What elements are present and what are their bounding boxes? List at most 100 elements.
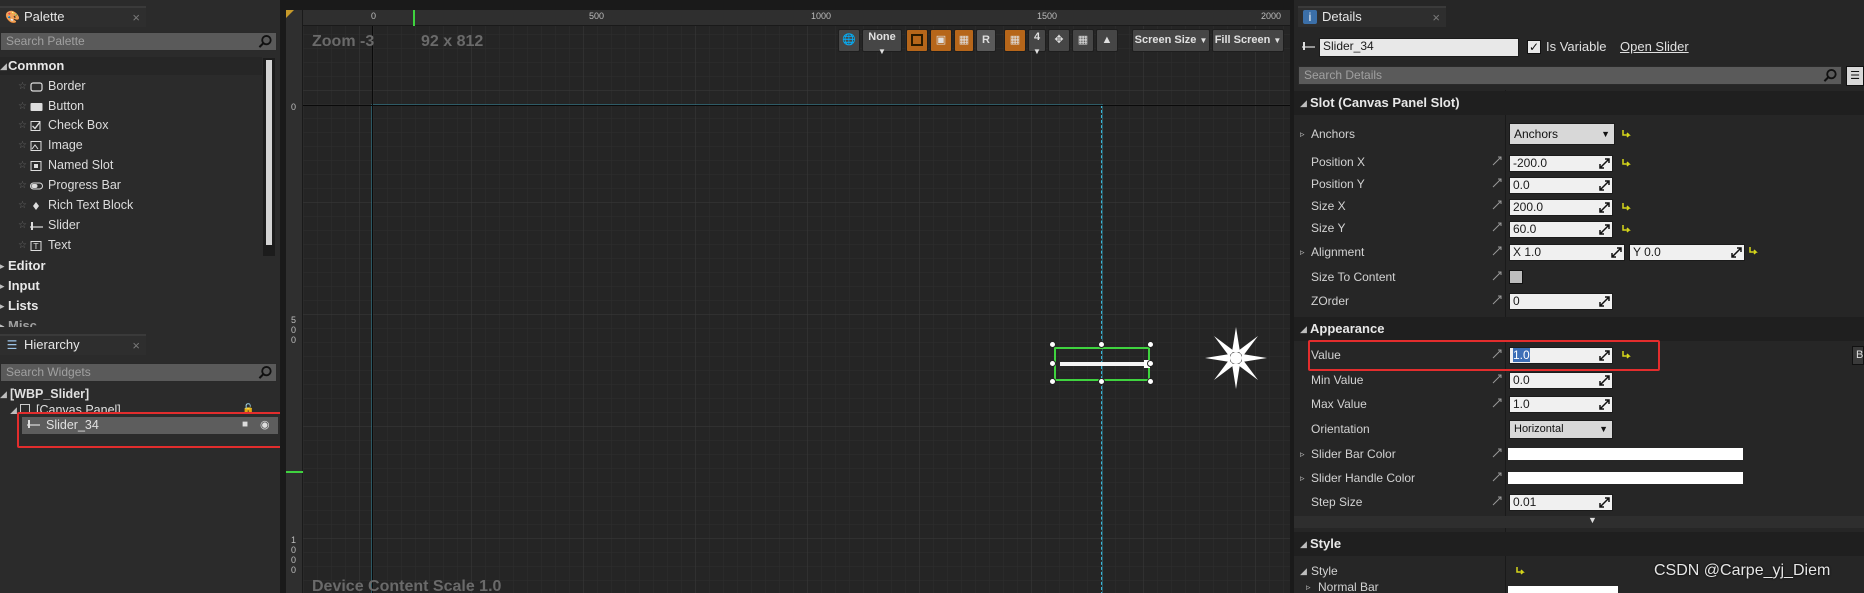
reset-icon[interactable] [1621,158,1631,168]
section-appearance[interactable]: ◢ Appearance [1294,317,1864,341]
binding-icon[interactable] [1492,271,1502,281]
resize-handle[interactable] [1049,378,1056,385]
star-icon[interactable]: ☆ [18,77,27,96]
star-icon[interactable]: ☆ [18,236,27,255]
search-icon[interactable] [1823,68,1838,83]
r-toggle-button[interactable]: R [976,29,996,52]
max-value-field[interactable]: 1.0 [1509,396,1613,413]
zorder-field[interactable]: 0 [1509,293,1613,310]
hierarchy-root[interactable]: ◢ [WBP_Slider] [0,386,278,402]
binding-icon[interactable] [1492,295,1502,305]
resize-handle[interactable] [1147,378,1154,385]
binding-icon[interactable] [1492,222,1502,232]
star-icon[interactable]: ☆ [18,196,27,215]
palette-item-progress-bar[interactable]: ☆ Progress Bar [0,176,262,195]
resize-handle[interactable] [1049,360,1056,367]
section-slot[interactable]: ◢ Slot (Canvas Panel Slot) [1294,91,1864,115]
collapsed-arrow-icon[interactable]: ▹ [1306,581,1311,593]
binding-icon[interactable] [1492,472,1502,482]
palette-item-button[interactable]: ☆ Button [0,97,262,116]
palette-item-named-slot[interactable]: ☆ Named Slot [0,156,262,175]
anchor-icon[interactable] [1204,326,1268,390]
details-search-input[interactable] [1304,68,1819,82]
details-search[interactable] [1298,66,1842,85]
star-icon[interactable]: ☆ [18,216,27,235]
palette-search[interactable] [0,32,277,51]
binding-icon[interactable] [1492,374,1502,384]
binding-icon[interactable] [1492,200,1502,210]
reset-icon[interactable] [1515,566,1525,576]
anchors-dropdown[interactable]: Anchors ▼ [1509,123,1615,145]
transform-button[interactable]: ✥ [1048,29,1070,52]
view-options-button[interactable]: ☰ [1846,66,1864,86]
slider-handle-color-swatch[interactable] [1508,472,1743,484]
binding-icon[interactable] [1492,496,1502,506]
binding-icon[interactable] [1492,448,1502,458]
close-icon[interactable]: × [132,337,140,355]
reset-icon[interactable] [1748,246,1758,256]
close-icon[interactable]: × [132,9,140,27]
resize-handle[interactable] [1049,341,1056,348]
resize-handle[interactable] [1098,378,1105,385]
alignment-x-field[interactable]: X 1.0 [1509,244,1625,261]
drag-spin-icon[interactable] [1611,247,1622,258]
star-icon[interactable]: ☆ [18,97,27,116]
section-style[interactable]: ◢ Style [1294,532,1864,556]
collapsed-arrow-icon[interactable]: ▹ [1300,240,1305,264]
reset-icon[interactable] [1621,202,1631,212]
category-editor[interactable]: ▸ Editor [0,257,262,275]
category-input[interactable]: ▸ Input [0,277,262,295]
palette-scrollbar[interactable] [263,58,275,256]
size-x-field[interactable]: 200.0 [1509,199,1613,216]
position-x-field[interactable]: -200.0 [1509,155,1613,172]
binding-icon[interactable] [1492,398,1502,408]
drag-spin-icon[interactable] [1731,247,1742,258]
close-icon[interactable]: × [1432,9,1440,27]
outline-toggle-button[interactable] [906,29,928,52]
category-lists[interactable]: ▸ Lists [0,297,262,315]
drag-spin-icon[interactable] [1599,202,1610,213]
palette-item-image[interactable]: ☆ Image [0,136,262,155]
drag-spin-icon[interactable] [1599,296,1610,307]
position-y-field[interactable]: 0.0 [1509,177,1613,194]
category-misc[interactable]: ▸ Misc [0,317,262,327]
left-splitter[interactable] [280,0,286,593]
alignment-y-field[interactable]: Y 0.0 [1629,244,1745,261]
respect-locks-button[interactable]: ▦ [954,29,974,52]
palette-item-rich-text-block[interactable]: ☆ Rich Text Block [0,196,262,215]
reset-icon[interactable] [1621,224,1631,234]
grid-snap-button[interactable]: ▦ [1004,29,1026,52]
collapsed-arrow-icon[interactable]: ▹ [1300,122,1305,146]
widget-name-field[interactable]: Slider_34 [1319,38,1519,57]
drag-spin-icon[interactable] [1599,375,1610,386]
resize-handle[interactable] [1098,341,1105,348]
step-size-field[interactable]: 0.01 [1509,494,1613,511]
resize-handle[interactable] [1147,360,1154,367]
star-icon[interactable]: ☆ [18,156,27,175]
mirror-button[interactable]: ▲ [1096,29,1118,52]
image-preview-button[interactable]: ▦ [1072,29,1094,52]
size-to-content-checkbox[interactable] [1509,270,1523,284]
star-icon[interactable]: ☆ [18,116,27,135]
search-icon[interactable] [258,34,273,49]
tab-details[interactable]: i Details × [1298,6,1446,27]
tab-palette[interactable]: 🎨 Palette × [0,6,146,27]
category-common[interactable]: ◢ Common [0,57,262,75]
expanded-arrow-icon[interactable]: ◢ [1300,559,1307,583]
open-slider-link[interactable]: Open Slider [1620,39,1689,54]
resize-handle[interactable] [1147,341,1154,348]
size-y-field[interactable]: 60.0 [1509,221,1613,238]
palette-search-input[interactable] [6,34,254,48]
fill-screen-dropdown[interactable]: Fill Screen ▼ [1212,29,1284,52]
drag-spin-icon[interactable] [1599,497,1610,508]
hierarchy-search[interactable] [0,363,277,382]
normal-bar-swatch[interactable] [1508,586,1618,593]
search-icon[interactable] [258,365,273,380]
is-variable-checkbox[interactable]: ✓ [1527,40,1541,54]
palette-item-border[interactable]: ☆ Border [0,77,262,96]
screen-size-dropdown[interactable]: Screen Size ▼ [1132,29,1210,52]
min-value-field[interactable]: 0.0 [1509,372,1613,389]
bind-button[interactable]: B [1852,346,1864,365]
orientation-dropdown[interactable]: Horizontal ▼ [1509,420,1613,439]
tab-hierarchy[interactable]: ☰ Hierarchy × [0,334,146,355]
